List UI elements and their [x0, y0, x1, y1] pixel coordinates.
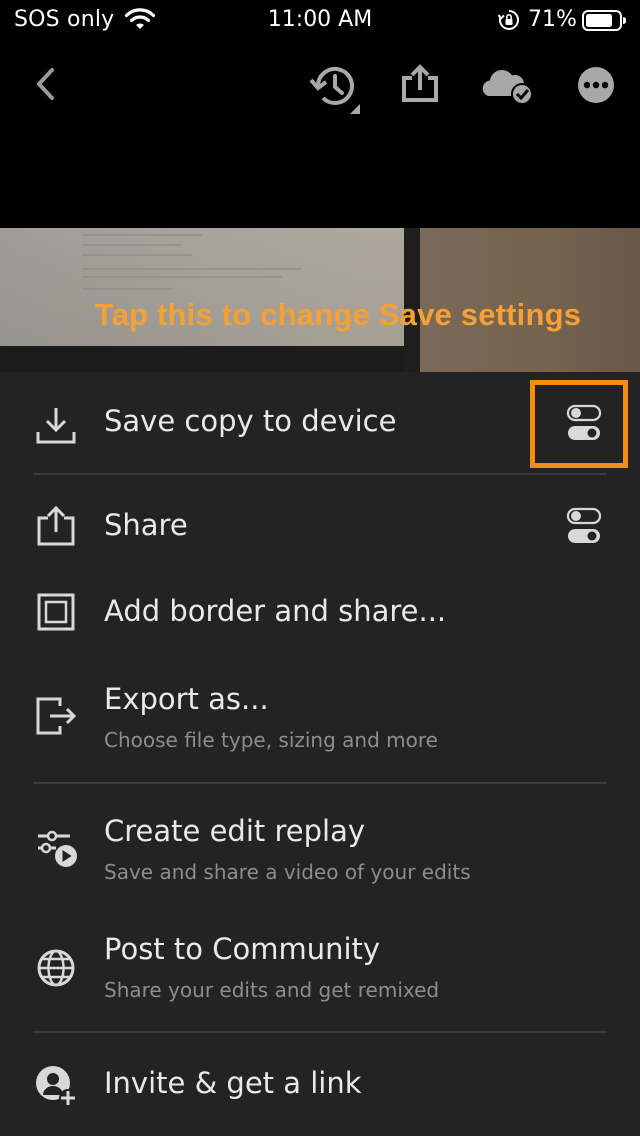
more-icon[interactable] [577, 66, 615, 104]
history-icon[interactable] [308, 64, 364, 114]
menu-item-title: Export as... [104, 682, 269, 716]
orientation-lock-icon [498, 10, 519, 30]
menu-item-title: Create edit replay [104, 814, 365, 848]
menu-item-subtitle: Share your edits and get remixed [104, 978, 440, 1002]
menu-item-title: Post to Community [104, 932, 381, 966]
border-icon [37, 593, 75, 631]
save-settings-highlight [530, 380, 628, 468]
export-icon [36, 697, 77, 735]
status-bar: SOS only 11:00 AM 71% [0, 0, 640, 42]
share-icon [37, 505, 75, 546]
edit-replay-icon [38, 830, 77, 867]
share-export-icon[interactable] [398, 64, 442, 104]
divider [33, 1031, 607, 1033]
cloud-synced-icon[interactable] [480, 66, 536, 106]
menu-item-add-border[interactable]: Add border and share... [0, 570, 640, 656]
hint-caption: Tap this to change Save settings [94, 297, 582, 332]
menu-item-title: Invite & get a link [104, 1066, 362, 1100]
menu-item-title: Save copy to device [104, 404, 397, 438]
top-toolbar [0, 42, 640, 128]
battery-percent: 71% [528, 7, 577, 32]
download-icon [36, 408, 76, 444]
menu-item-post-community[interactable]: Post to Community Share your edits and g… [0, 910, 640, 1028]
menu-item-subtitle: Save and share a video of your edits [104, 860, 471, 884]
menu-item-edit-replay[interactable]: Create edit replay Save and share a vide… [0, 792, 640, 910]
divider [33, 473, 607, 475]
menu-item-invite[interactable]: Invite & get a link [0, 1040, 640, 1136]
battery-icon [582, 10, 626, 31]
menu-item-export[interactable]: Export as... Choose file type, sizing an… [0, 660, 640, 780]
share-settings-toggle-icon[interactable] [566, 506, 602, 546]
menu-item-subtitle: Choose file type, sizing and more [104, 728, 438, 752]
divider [33, 782, 607, 784]
invite-user-icon [36, 1066, 77, 1107]
menu-item-title: Share [104, 508, 188, 542]
back-chevron-icon[interactable] [30, 66, 60, 102]
globe-icon [37, 949, 75, 987]
menu-item-share[interactable]: Share [0, 482, 640, 568]
menu-item-title: Add border and share... [104, 594, 447, 628]
